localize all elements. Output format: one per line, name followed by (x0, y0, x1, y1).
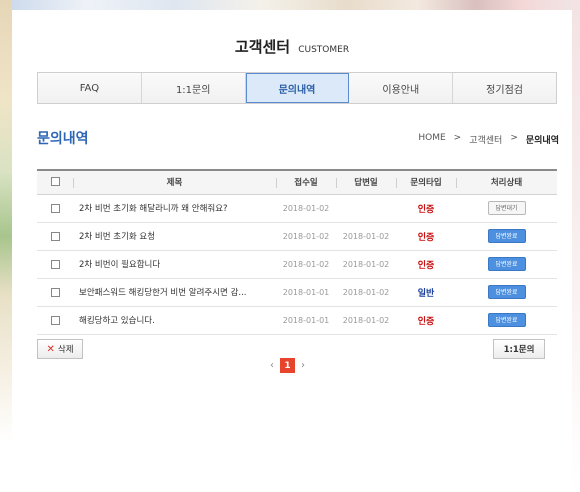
close-icon: ✕ (46, 343, 55, 355)
row-received-date: 2018-01-02 (282, 231, 330, 241)
header-subject: 제목 (73, 170, 276, 194)
row-subject[interactable]: 2차 비번 초기화 해달라니까 왜 안해줘요? (73, 194, 276, 222)
row-received-date: 2018-01-02 (282, 259, 330, 269)
row-type: 인증 (417, 316, 435, 327)
header-inquiry-type: 문의타입 (396, 170, 456, 194)
status-badge: 답변완료 (487, 229, 526, 243)
row-answer-date: 2018-01-02 (342, 287, 390, 297)
table-row: 해킹당하고 있습니다. 2018-01-01 2018-01-02 인증 답변완… (37, 306, 557, 334)
row-checkbox[interactable] (50, 231, 60, 241)
pagination: ‹ 1 › (270, 358, 305, 373)
row-subject[interactable]: 해킹당하고 있습니다. (73, 306, 276, 334)
row-answer-date: 2018-01-02 (342, 259, 390, 269)
breadcrumb-parent[interactable]: 고객센터 (469, 133, 502, 146)
delete-button-label: 삭제 (57, 345, 74, 355)
status-badge: 답변완료 (487, 285, 526, 299)
table-row: 보안패스워드 해킹당한거 비번 알려주시면 감... 2018-01-01 20… (37, 278, 557, 306)
row-checkbox[interactable] (50, 287, 60, 297)
breadcrumb-current: 문의내역 (525, 136, 559, 146)
select-all-cell (37, 170, 73, 194)
header-answer-date: 답변일 (336, 170, 396, 194)
row-received-date: 2018-01-01 (282, 287, 330, 297)
breadcrumb-home[interactable]: HOME (418, 133, 445, 146)
section-title: 문의내역 (37, 131, 89, 147)
tab-maintenance[interactable]: 정기점검 (453, 73, 556, 103)
row-checkbox[interactable] (50, 203, 60, 213)
row-answer-date (336, 194, 396, 222)
background-art-right (572, 0, 580, 492)
row-subject[interactable]: 2차 비번이 필요합니다 (73, 250, 276, 278)
page-title-en: CUSTOMER (298, 45, 350, 55)
row-subject[interactable]: 보안패스워드 해킹당한거 비번 알려주시면 감... (73, 278, 276, 306)
tab-one-to-one[interactable]: 1:1문의 (141, 73, 246, 103)
select-all-checkbox[interactable] (50, 177, 60, 187)
page-title: 고객센터 CUSTOMER (12, 36, 572, 57)
row-type: 일반 (417, 288, 435, 299)
row-received-date: 2018-01-01 (282, 315, 330, 325)
delete-button[interactable]: ✕ 삭제 (37, 339, 83, 359)
tab-usage-guide[interactable]: 이용안내 (349, 73, 454, 103)
breadcrumb-separator: > (510, 133, 518, 143)
tab-bar: FAQ 1:1문의 문의내역 이용안내 정기점검 (37, 72, 557, 104)
inquiry-table: 제목 접수일 답변일 문의타입 처리상태 2차 비번 초기화 해달라니까 왜 안… (37, 169, 557, 335)
table-row: 2차 비번 초기화 해달라니까 왜 안해줘요? 2018-01-02 인증 답변… (37, 194, 557, 222)
prev-page-icon[interactable]: ‹ (270, 360, 274, 371)
header-received-date: 접수일 (276, 170, 336, 194)
header-status: 처리상태 (456, 170, 557, 194)
next-page-icon[interactable]: › (301, 360, 305, 371)
tab-inquiry-history[interactable]: 문의내역 (245, 73, 350, 103)
row-answer-date: 2018-01-02 (342, 231, 390, 241)
row-subject[interactable]: 2차 비번 초기화 요청 (73, 222, 276, 250)
table-row: 2차 비번 초기화 요청 2018-01-02 2018-01-02 인증 답변… (37, 222, 557, 250)
table-header-row: 제목 접수일 답변일 문의타입 처리상태 (37, 170, 557, 194)
background-art-left (0, 0, 12, 492)
row-type: 인증 (417, 260, 435, 271)
row-answer-date: 2018-01-02 (342, 315, 390, 325)
background-art-top (0, 0, 580, 10)
breadcrumb-separator: > (453, 133, 462, 143)
row-checkbox[interactable] (50, 315, 60, 325)
status-badge: 답변완료 (487, 257, 526, 271)
table-row: 2차 비번이 필요합니다 2018-01-02 2018-01-02 인증 답변… (37, 250, 557, 278)
tab-faq[interactable]: FAQ (38, 73, 142, 103)
customer-center-panel: 고객센터 CUSTOMER FAQ 1:1문의 문의내역 이용안내 정기점검 문… (12, 10, 572, 492)
row-type: 인증 (417, 232, 435, 243)
row-type: 인증 (417, 204, 435, 215)
page-number-current[interactable]: 1 (280, 358, 295, 373)
row-received-date: 2018-01-02 (282, 203, 330, 213)
status-badge: 답변대기 (487, 201, 526, 215)
status-badge: 답변완료 (487, 313, 526, 327)
new-inquiry-button[interactable]: 1:1문의 (493, 339, 545, 359)
breadcrumb: HOME > 고객센터 > 문의내역 (418, 133, 559, 146)
row-checkbox[interactable] (50, 259, 60, 269)
page-title-ko: 고객센터 (234, 38, 291, 56)
